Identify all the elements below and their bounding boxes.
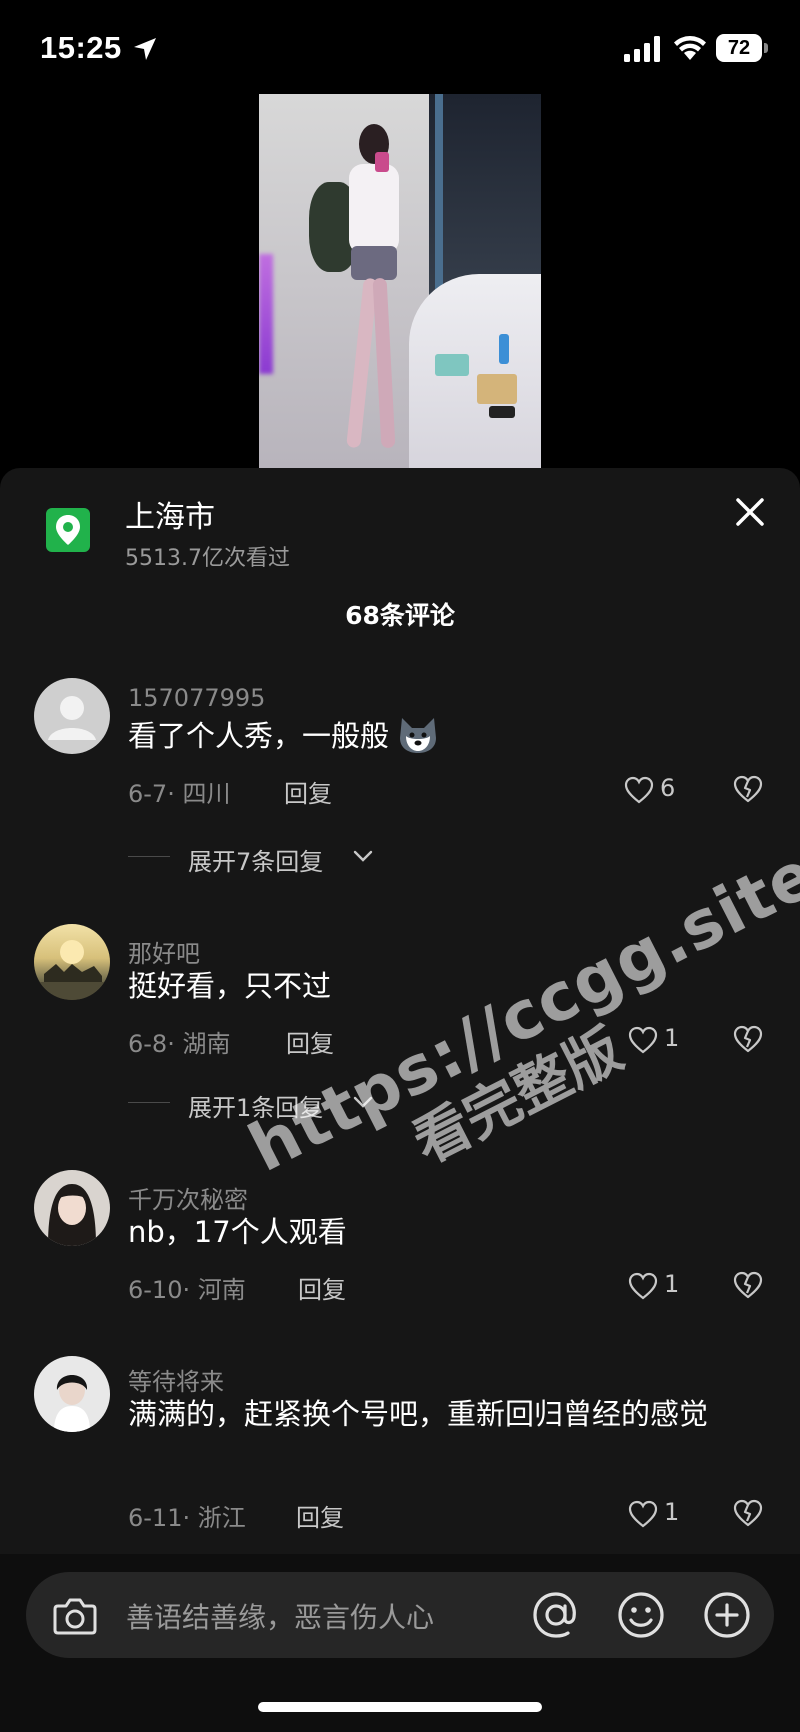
add-plus-icon[interactable] bbox=[702, 1590, 752, 1640]
avatar[interactable] bbox=[34, 1170, 110, 1246]
expand-replies-label: 展开7条回复 bbox=[188, 848, 324, 876]
reply-button[interactable]: 回复 bbox=[298, 1270, 346, 1305]
like-button[interactable]: 1 bbox=[628, 1270, 688, 1302]
mention-at-icon[interactable] bbox=[531, 1590, 581, 1640]
like-button[interactable]: 6 bbox=[624, 774, 684, 806]
avatar[interactable] bbox=[34, 678, 110, 754]
location-pin-icon bbox=[46, 508, 90, 552]
location-name: 上海市 bbox=[125, 500, 215, 535]
broken-heart-icon[interactable] bbox=[732, 774, 764, 804]
heart-icon bbox=[628, 1272, 658, 1300]
comment-text: 看了个人秀，一般般 bbox=[128, 714, 748, 758]
close-icon[interactable] bbox=[730, 492, 770, 532]
husky-emoji-icon bbox=[400, 718, 437, 753]
battery-icon: 72 bbox=[716, 34, 768, 62]
home-indicator bbox=[258, 1702, 542, 1712]
heart-icon bbox=[628, 1026, 658, 1054]
emoji-icon[interactable] bbox=[616, 1590, 666, 1640]
wifi-icon bbox=[674, 36, 706, 60]
broken-heart-icon[interactable] bbox=[732, 1498, 764, 1528]
video-thumbnail[interactable] bbox=[259, 94, 541, 468]
comment-text: nb，17个人观看 bbox=[128, 1215, 347, 1249]
expand-replies-label: 展开1条回复 bbox=[188, 1094, 324, 1122]
avatar[interactable] bbox=[34, 924, 110, 1000]
comment-count: 68条评论 bbox=[345, 601, 455, 630]
input-placeholder: 善语结善缘，恶言伤人心 bbox=[126, 1601, 435, 1634]
comment-username[interactable]: 157077995 bbox=[128, 684, 265, 712]
location-header[interactable]: 上海市 5513.7亿次看过 bbox=[0, 468, 800, 588]
comment-sheet: 上海市 5513.7亿次看过 68条评论 157077995 看了个人秀，一般般… bbox=[0, 468, 800, 1732]
avatar[interactable] bbox=[34, 1356, 110, 1432]
like-count: 1 bbox=[664, 1270, 680, 1298]
comment-date-region: 6-7· 四川 bbox=[128, 780, 231, 808]
like-count: 1 bbox=[664, 1498, 680, 1526]
like-button[interactable]: 1 bbox=[628, 1024, 688, 1056]
battery-level: 72 bbox=[716, 34, 762, 62]
location-views: 5513.7亿次看过 bbox=[125, 546, 290, 571]
status-bar: 15:25 72 bbox=[0, 0, 800, 94]
reply-button[interactable]: 回复 bbox=[296, 1498, 344, 1533]
comment-text: 挺好看，只不过 bbox=[128, 969, 332, 1003]
like-count: 1 bbox=[664, 1024, 680, 1052]
comment-text: 满满的，赶紧换个号吧，重新回归曾经的感觉 bbox=[128, 1397, 709, 1431]
reply-button[interactable]: 回复 bbox=[286, 1024, 334, 1059]
chevron-down-icon bbox=[353, 850, 373, 862]
broken-heart-icon[interactable] bbox=[732, 1024, 764, 1054]
like-count: 6 bbox=[660, 774, 676, 802]
expand-replies-button[interactable]: 展开7条回复 bbox=[128, 842, 388, 876]
broken-heart-icon[interactable] bbox=[732, 1270, 764, 1300]
comment-text-content: 看了个人秀，一般般 bbox=[128, 719, 390, 753]
like-button[interactable]: 1 bbox=[628, 1498, 688, 1530]
comment-date-region: 6-10· 河南 bbox=[128, 1276, 246, 1304]
heart-icon bbox=[628, 1500, 658, 1528]
expand-replies-button[interactable]: 展开1条回复 bbox=[128, 1088, 388, 1122]
chevron-down-icon bbox=[353, 1096, 373, 1108]
status-time: 15:25 bbox=[40, 30, 122, 65]
comment-date-region: 6-8· 湖南 bbox=[128, 1030, 231, 1058]
comment-input-bar: 善语结善缘，恶言伤人心 bbox=[0, 1554, 800, 1732]
location-arrow-icon bbox=[134, 38, 156, 60]
cellular-signal-icon bbox=[624, 36, 660, 62]
comment-date-region: 6-11· 浙江 bbox=[128, 1504, 246, 1532]
comment-input-field[interactable]: 善语结善缘，恶言伤人心 bbox=[26, 1572, 774, 1658]
heart-icon bbox=[624, 776, 654, 804]
reply-button[interactable]: 回复 bbox=[284, 774, 332, 809]
camera-icon[interactable] bbox=[52, 1594, 98, 1636]
